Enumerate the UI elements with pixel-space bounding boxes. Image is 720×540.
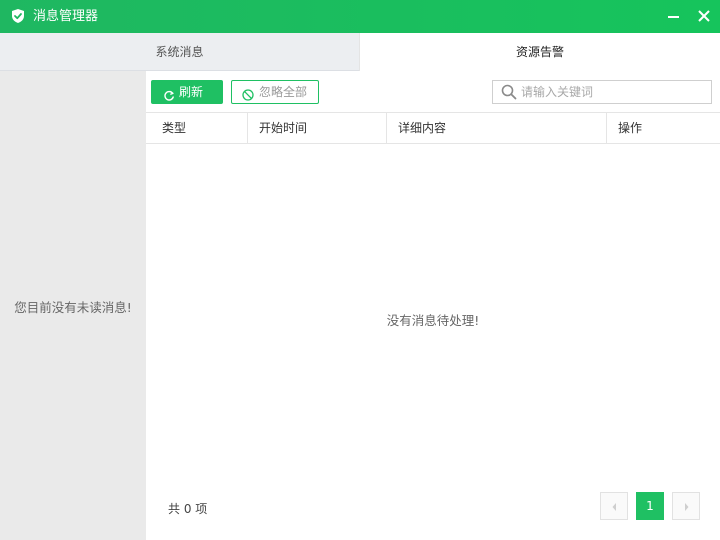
left-panel: 您目前没有未读消息!: [0, 71, 146, 540]
left-empty-message: 您目前没有未读消息!: [14, 300, 132, 315]
ignore-all-button[interactable]: 忽略全部: [231, 80, 319, 104]
ignore-all-label: 忽略全部: [259, 85, 308, 99]
next-page-button[interactable]: [672, 492, 700, 520]
search-input[interactable]: [521, 83, 706, 101]
table-header: 类型 开始时间 详细内容 操作: [146, 112, 720, 144]
minimize-icon: [668, 16, 679, 18]
chevron-right-icon: [685, 503, 689, 511]
column-header-detail: 详细内容: [386, 113, 607, 143]
column-header-action: 操作: [606, 113, 720, 143]
tab-resource-alerts[interactable]: 资源告警: [359, 33, 720, 71]
close-icon: [698, 10, 710, 22]
refresh-label: 刷新: [179, 85, 204, 99]
minimize-button[interactable]: [664, 7, 684, 27]
ban-icon: [242, 86, 254, 101]
table-empty-message: 没有消息待处理!: [386, 313, 480, 328]
column-header-type: 类型: [162, 121, 187, 135]
search-icon: [501, 84, 517, 100]
prev-page-button[interactable]: [600, 492, 628, 520]
window-title: 消息管理器: [33, 9, 99, 24]
refresh-button[interactable]: 刷新: [151, 80, 223, 104]
tab-system-messages[interactable]: 系统消息: [0, 33, 359, 71]
close-button[interactable]: [694, 7, 714, 27]
title-bar: 消息管理器: [0, 0, 720, 33]
page-1-button[interactable]: 1: [636, 492, 664, 520]
total-count: 共 0 项: [168, 502, 208, 516]
chevron-left-icon: [612, 503, 616, 511]
shield-check-icon: [10, 8, 26, 24]
refresh-icon: [163, 86, 175, 101]
column-header-start-time: 开始时间: [247, 113, 387, 143]
search-box: [492, 80, 712, 104]
tab-bar: 系统消息 资源告警: [0, 33, 720, 71]
